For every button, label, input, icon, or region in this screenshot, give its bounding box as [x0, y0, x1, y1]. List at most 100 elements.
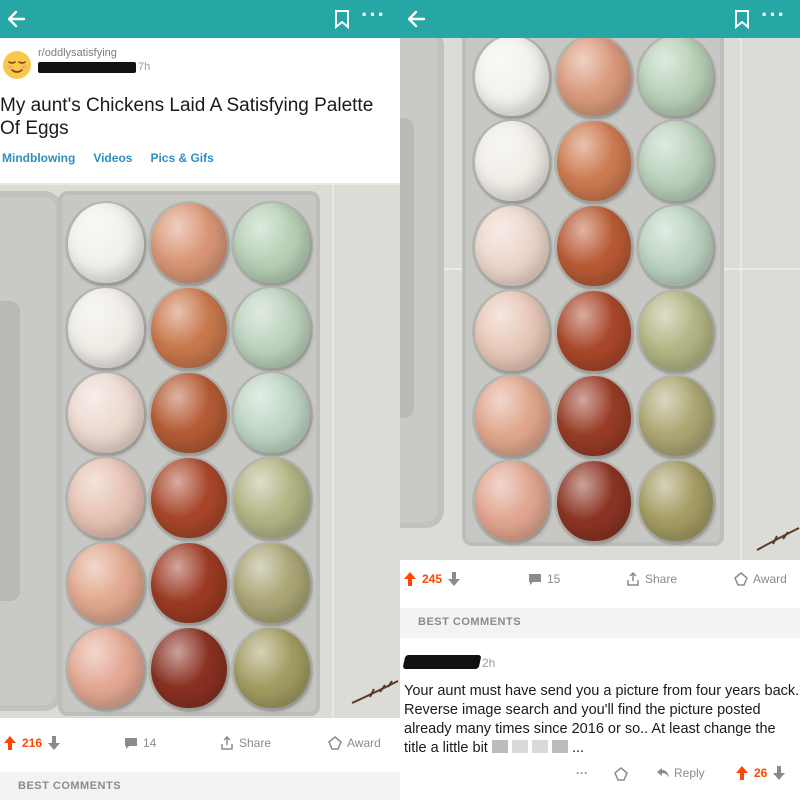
egg: [639, 461, 713, 541]
comment-vote-count: 26: [754, 766, 768, 780]
more-options-icon[interactable]: ···: [361, 2, 386, 28]
back-arrow-icon[interactable]: [4, 6, 30, 32]
comment-count: 14: [143, 736, 157, 750]
downvote-arrow-icon[interactable]: [448, 572, 461, 586]
egg: [234, 543, 310, 623]
best-comments-sort[interactable]: BEST COMMENTS: [400, 608, 800, 638]
egg-carton-photo[interactable]: [0, 183, 400, 718]
egg: [557, 38, 631, 116]
flair-tags: Mindblowing Videos Pics & Gifs: [2, 151, 214, 165]
vote-count: 216: [22, 736, 43, 750]
egg-tray: [58, 191, 320, 716]
relieved-face-avatar-icon[interactable]: [2, 50, 32, 80]
egg: [68, 628, 144, 708]
award-button[interactable]: Award: [734, 572, 787, 586]
comment-trailing: ...: [571, 740, 585, 756]
egg: [234, 458, 310, 538]
award-icon: [734, 572, 748, 586]
egg: [151, 628, 227, 708]
blurred-emoji: [511, 740, 528, 753]
egg: [475, 461, 549, 541]
comment-more-button[interactable]: ···: [576, 766, 588, 780]
best-comments-sort[interactable]: BEST COMMENTS: [0, 772, 400, 800]
comment-text: Your aunt must have send you a picture f…: [404, 683, 800, 756]
comments-button[interactable]: 14: [124, 736, 156, 750]
flair-mindblowing[interactable]: Mindblowing: [2, 151, 75, 165]
more-options-icon[interactable]: ···: [761, 2, 786, 28]
egg: [234, 203, 310, 283]
bookmark-icon[interactable]: [334, 9, 350, 29]
blurred-emoji: [531, 740, 548, 753]
share-label: Share: [645, 572, 678, 586]
egg: [151, 288, 227, 368]
subreddit-link[interactable]: r/oddlysatisfying: [38, 47, 117, 59]
blurred-emoji: [551, 740, 568, 753]
egg: [68, 288, 144, 368]
upvote-arrow-icon[interactable]: [4, 736, 16, 750]
egg: [475, 121, 549, 201]
comment-count: 15: [547, 572, 561, 586]
comment-bubble-icon: [529, 573, 541, 585]
carton-lid: [0, 191, 62, 711]
egg: [234, 373, 310, 453]
best-comments-label: BEST COMMENTS: [418, 616, 522, 628]
vote-control: 216: [4, 736, 61, 750]
comment-body[interactable]: Your aunt must have send you a picture f…: [404, 682, 800, 758]
top-app-bar: ···: [400, 0, 800, 38]
share-button[interactable]: Share: [626, 572, 677, 586]
share-button[interactable]: Share: [220, 736, 271, 750]
post-title[interactable]: My aunt's Chickens Laid A Satisfying Pal…: [0, 94, 390, 140]
egg-carton-photo[interactable]: [400, 38, 800, 560]
award-icon[interactable]: [614, 767, 628, 781]
post-action-bar: 245 15 Share Award: [400, 560, 800, 600]
egg: [68, 203, 144, 283]
redacted-username: [38, 62, 136, 73]
back-arrow-icon[interactable]: [404, 6, 430, 32]
comment-time: 2h: [482, 656, 496, 670]
share-icon: [221, 736, 233, 750]
share-icon: [627, 572, 639, 586]
reply-button[interactable]: Reply: [656, 766, 705, 780]
egg: [475, 206, 549, 286]
egg: [475, 376, 549, 456]
upvote-arrow-icon[interactable]: [736, 766, 748, 780]
left-screenshot-panel: ··· r/oddlysatisfying 7h My aunt's Chick…: [0, 0, 400, 800]
vine-decoration: [756, 527, 800, 551]
vote-count: 245: [422, 572, 443, 586]
flair-videos[interactable]: Videos: [93, 151, 132, 165]
upvote-arrow-icon[interactable]: [404, 572, 416, 586]
egg: [151, 458, 227, 538]
egg: [639, 291, 713, 371]
egg: [151, 203, 227, 283]
downvote-arrow-icon[interactable]: [773, 766, 786, 780]
post-action-bar: 216 14 Share Award: [0, 724, 400, 764]
downvote-arrow-icon[interactable]: [48, 736, 61, 750]
egg: [639, 121, 713, 201]
share-label: Share: [239, 736, 272, 750]
comments-button[interactable]: 15: [528, 572, 560, 586]
award-icon: [328, 736, 342, 750]
egg: [234, 628, 310, 708]
top-app-bar: ···: [0, 0, 400, 38]
egg: [557, 291, 631, 371]
egg: [557, 376, 631, 456]
egg-tray: [462, 38, 724, 546]
vine-decoration: [351, 680, 399, 704]
best-comments-label: BEST COMMENTS: [18, 780, 122, 792]
reply-arrow-icon: [657, 768, 669, 778]
right-screenshot-panel: ··· 245 15 Share Award BEST COMMENTS 2h …: [400, 0, 800, 800]
egg: [234, 288, 310, 368]
flair-pics-gifs[interactable]: Pics & Gifs: [150, 151, 213, 165]
egg: [557, 206, 631, 286]
vote-control: 245: [404, 572, 461, 586]
egg: [639, 206, 713, 286]
egg: [151, 543, 227, 623]
bookmark-icon[interactable]: [734, 9, 750, 29]
reply-label: Reply: [674, 766, 705, 780]
egg: [475, 38, 549, 116]
post-header: r/oddlysatisfying 7h My aunt's Chickens …: [0, 38, 400, 183]
award-button[interactable]: Award: [328, 736, 381, 750]
award-label: Award: [347, 736, 381, 750]
egg: [68, 458, 144, 538]
egg: [557, 121, 631, 201]
